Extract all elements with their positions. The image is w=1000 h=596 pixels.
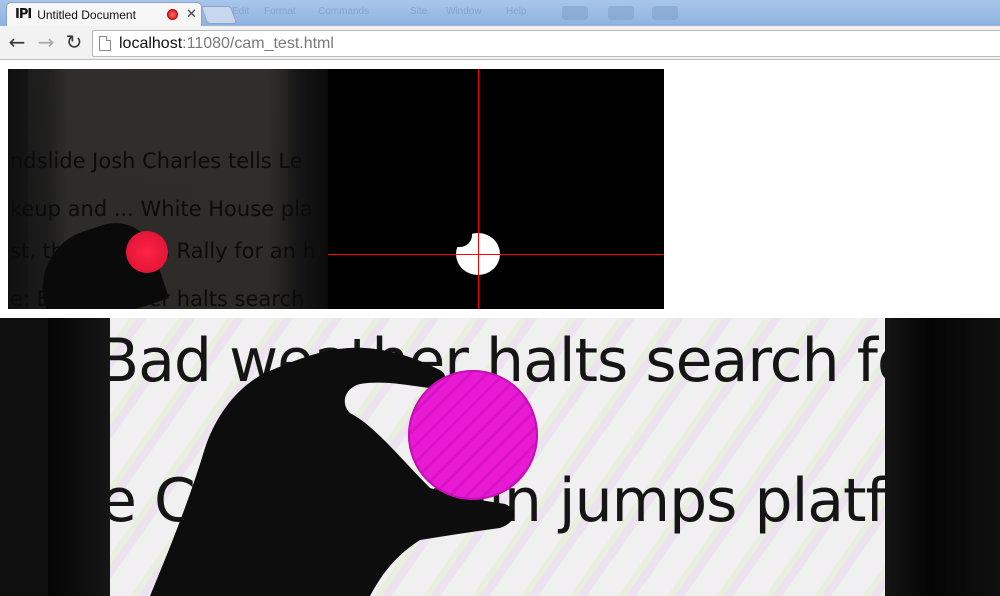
ghost-menu-item: Window bbox=[446, 6, 482, 17]
camera-icon bbox=[562, 6, 588, 20]
ghost-menu-item: Format bbox=[264, 6, 296, 17]
url-path: :11080/cam_test.html bbox=[182, 34, 334, 52]
page-icon bbox=[99, 36, 111, 51]
crosshair-vertical bbox=[478, 69, 479, 309]
tracked-ball bbox=[408, 370, 538, 500]
camera-preview-canvas: ndslide Josh Charles tells Le keup and .… bbox=[8, 69, 328, 309]
url-host: localhost bbox=[119, 34, 183, 52]
crosshair-horizontal bbox=[328, 254, 664, 255]
page-content: ndslide Josh Charles tells Le keup and .… bbox=[0, 61, 1000, 596]
tab-untitled-document[interactable]: IPI Untitled Document ✕ bbox=[6, 2, 202, 26]
user-icon bbox=[652, 6, 678, 20]
ghost-menu-item: Commands bbox=[318, 6, 370, 17]
ghost-menu-item: Edit bbox=[232, 6, 250, 17]
ghost-menu-item: Site bbox=[410, 6, 428, 17]
back-arrow-icon[interactable]: ← bbox=[5, 31, 29, 55]
close-icon[interactable]: ✕ bbox=[186, 7, 197, 22]
title-bar: Edit Format Commands Site Window Help IP… bbox=[0, 0, 1000, 26]
tab-title: Untitled Document bbox=[37, 7, 136, 22]
camera-large-canvas: Bad weather halts search for e Chicago t… bbox=[0, 318, 1000, 596]
gamepad-icon bbox=[608, 6, 634, 20]
address-bar[interactable]: localhost:11080/cam_test.html bbox=[92, 30, 1000, 57]
tracked-ball bbox=[126, 231, 168, 273]
small-text-line: keup and ... White House pla bbox=[10, 197, 313, 221]
threshold-mask-canvas bbox=[328, 69, 664, 309]
favicon: IPI bbox=[15, 7, 32, 22]
record-icon bbox=[167, 9, 178, 20]
ghost-menu-item: Help bbox=[506, 6, 527, 17]
new-tab-button[interactable] bbox=[200, 6, 238, 24]
forward-arrow-icon[interactable]: → bbox=[34, 31, 58, 55]
small-text-line: ndslide Josh Charles tells Le bbox=[10, 149, 303, 173]
reload-icon[interactable]: ↻ bbox=[62, 31, 86, 55]
browser-toolbar: ← → ↻ localhost:11080/cam_test.html bbox=[0, 26, 1000, 60]
